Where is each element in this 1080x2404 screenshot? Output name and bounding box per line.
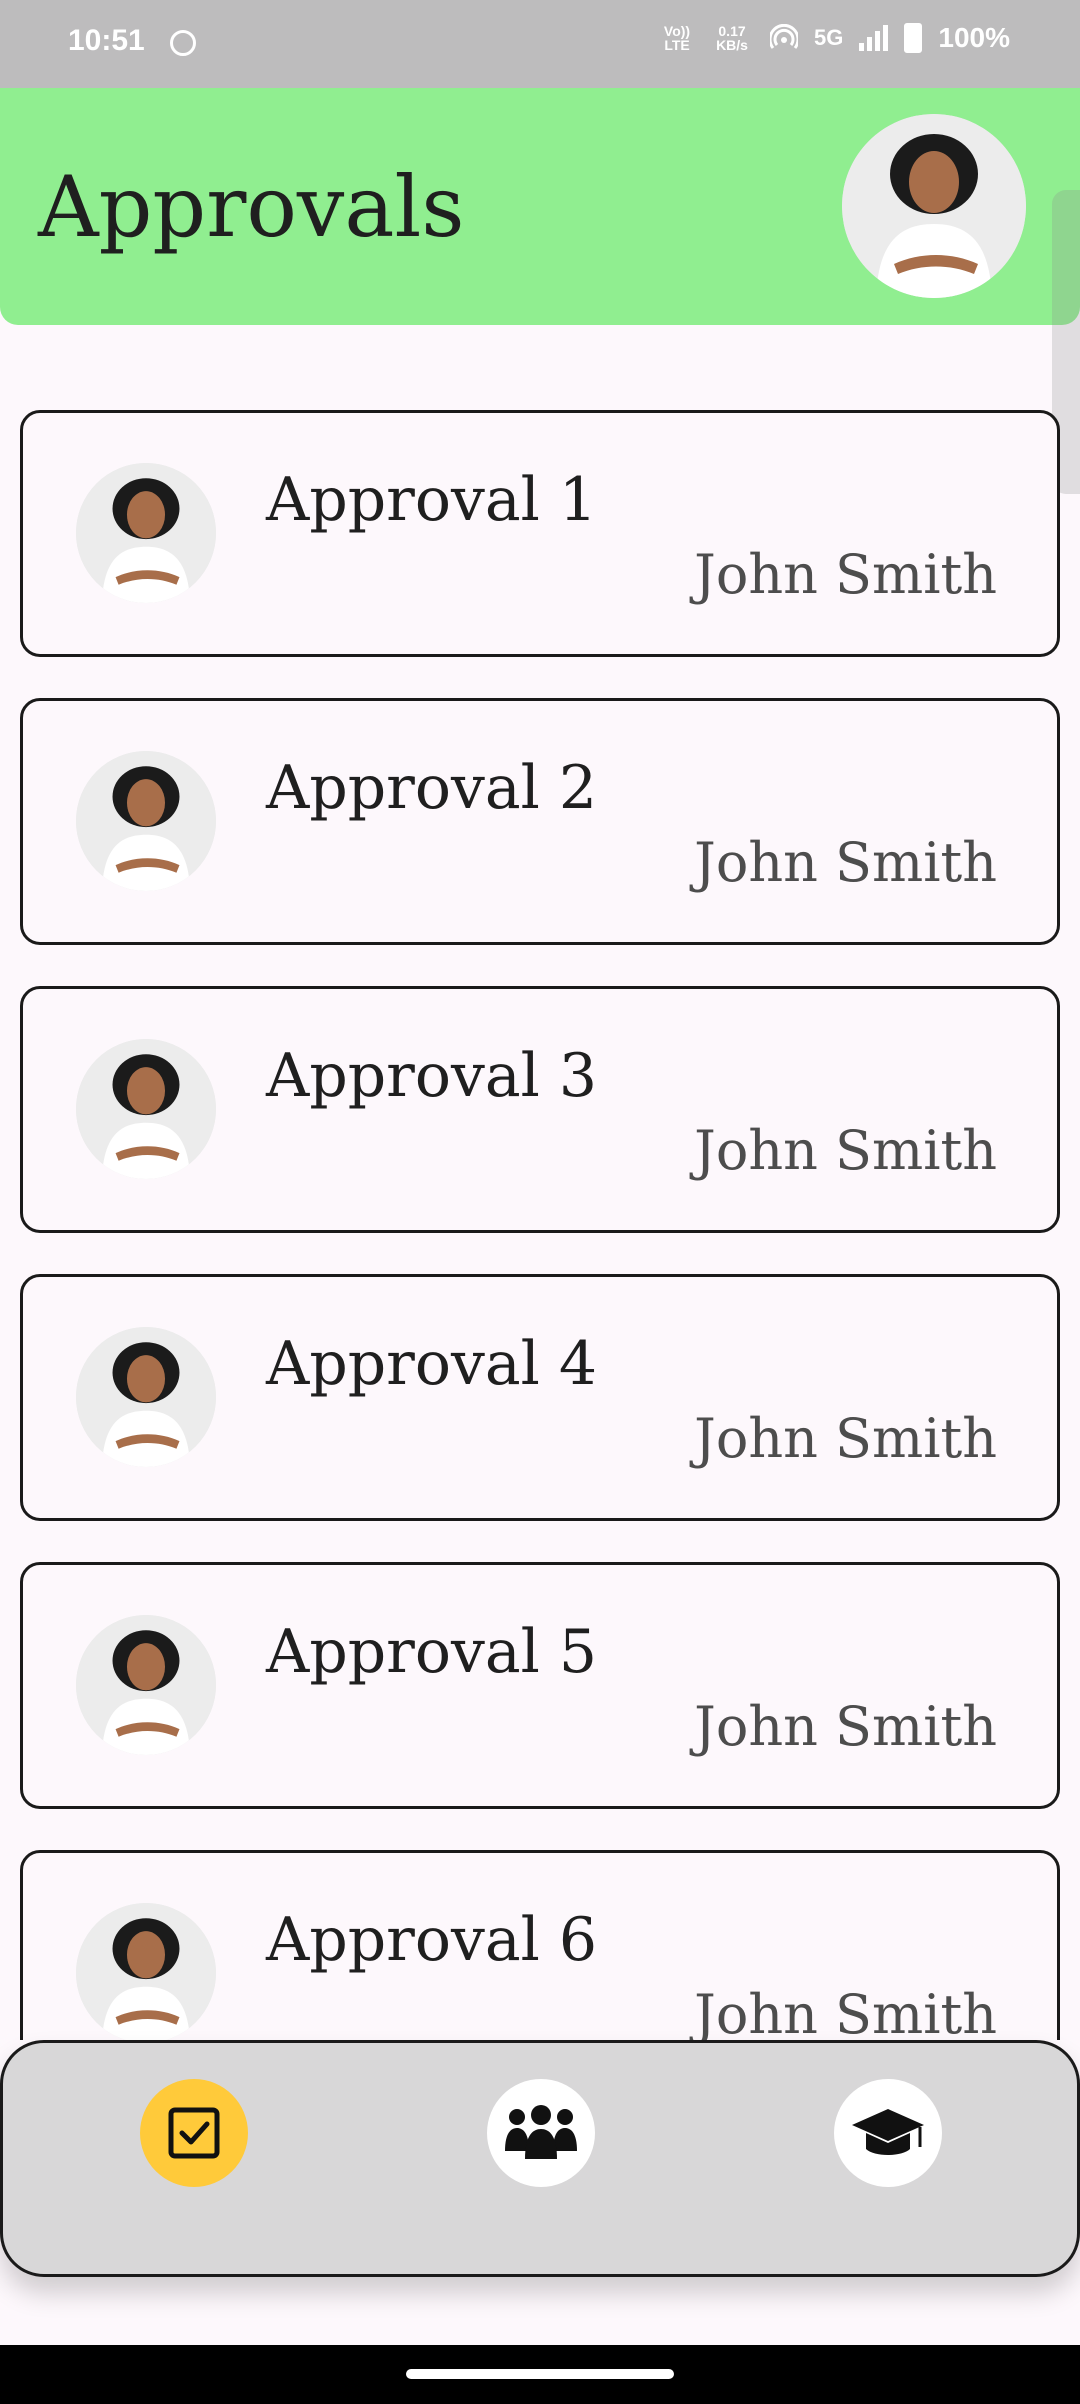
data-speed: 0.17 KB/s <box>716 23 748 53</box>
avatar <box>76 1039 216 1179</box>
avatar <box>76 1327 216 1467</box>
avatar <box>76 463 216 603</box>
signal-icon <box>859 25 889 51</box>
approval-requester: John Smith <box>694 831 997 894</box>
list-item[interactable]: Approval 6 John Smith <box>20 1850 1060 2040</box>
list-item[interactable]: Approval 5 John Smith <box>20 1562 1060 1809</box>
nav-learning-button[interactable] <box>834 2079 942 2187</box>
avatar <box>76 751 216 891</box>
list-item[interactable]: Approval 4 John Smith <box>20 1274 1060 1521</box>
approval-title: Approval 4 <box>266 1329 598 1399</box>
page-title: Approvals <box>38 158 465 256</box>
approval-requester: John Smith <box>694 1983 997 2040</box>
approvals-list: Approval 1 John Smith Approval 2 John Sm… <box>0 325 1080 2040</box>
nav-team-button[interactable] <box>487 2079 595 2187</box>
home-gesture-handle[interactable] <box>406 2369 674 2379</box>
approval-title: Approval 1 <box>266 465 598 535</box>
battery-level: 100% <box>938 22 1010 53</box>
list-item[interactable]: Approval 1 John Smith <box>20 410 1060 657</box>
list-item[interactable]: Approval 3 John Smith <box>20 986 1060 1233</box>
status-icons: Vo)) LTE 0.17 KB/s 5G 100% <box>660 22 1010 54</box>
volte-indicator: Vo)) LTE <box>663 23 691 53</box>
battery-icon <box>904 23 923 53</box>
status-bar: 10:51 Vo)) LTE 0.17 KB/s 5G 100% <box>0 0 1080 88</box>
group-icon <box>505 2105 577 2159</box>
bottom-navigation <box>0 2040 1080 2277</box>
approval-requester: John Smith <box>694 1695 997 1758</box>
status-time: 10:51 <box>68 24 145 57</box>
graduation-cap-icon <box>852 2109 924 2155</box>
approval-requester: John Smith <box>694 1119 997 1182</box>
person-photo-icon <box>76 1327 216 1467</box>
network-type: 5G <box>814 25 844 50</box>
app-header: Approvals <box>0 88 1080 325</box>
list-item[interactable]: Approval 2 John Smith <box>20 698 1060 945</box>
profile-avatar[interactable] <box>842 114 1026 298</box>
system-navigation-bar <box>0 2345 1080 2404</box>
nav-approvals-button[interactable] <box>140 2079 248 2187</box>
approval-title: Approval 5 <box>266 1617 598 1687</box>
approval-title: Approval 6 <box>266 1905 598 1975</box>
notification-icon <box>170 30 196 56</box>
avatar <box>76 1615 216 1755</box>
checkbox-icon <box>168 2107 220 2159</box>
person-photo-icon <box>842 114 1026 298</box>
approval-title: Approval 2 <box>266 753 598 823</box>
person-photo-icon <box>76 751 216 891</box>
approval-requester: John Smith <box>694 543 997 606</box>
person-photo-icon <box>76 1903 216 2040</box>
approval-requester: John Smith <box>694 1407 997 1470</box>
avatar <box>76 1903 216 2040</box>
hotspot-icon <box>770 24 799 49</box>
person-photo-icon <box>76 1615 216 1755</box>
person-photo-icon <box>76 463 216 603</box>
person-photo-icon <box>76 1039 216 1179</box>
approval-title: Approval 3 <box>266 1041 598 1111</box>
